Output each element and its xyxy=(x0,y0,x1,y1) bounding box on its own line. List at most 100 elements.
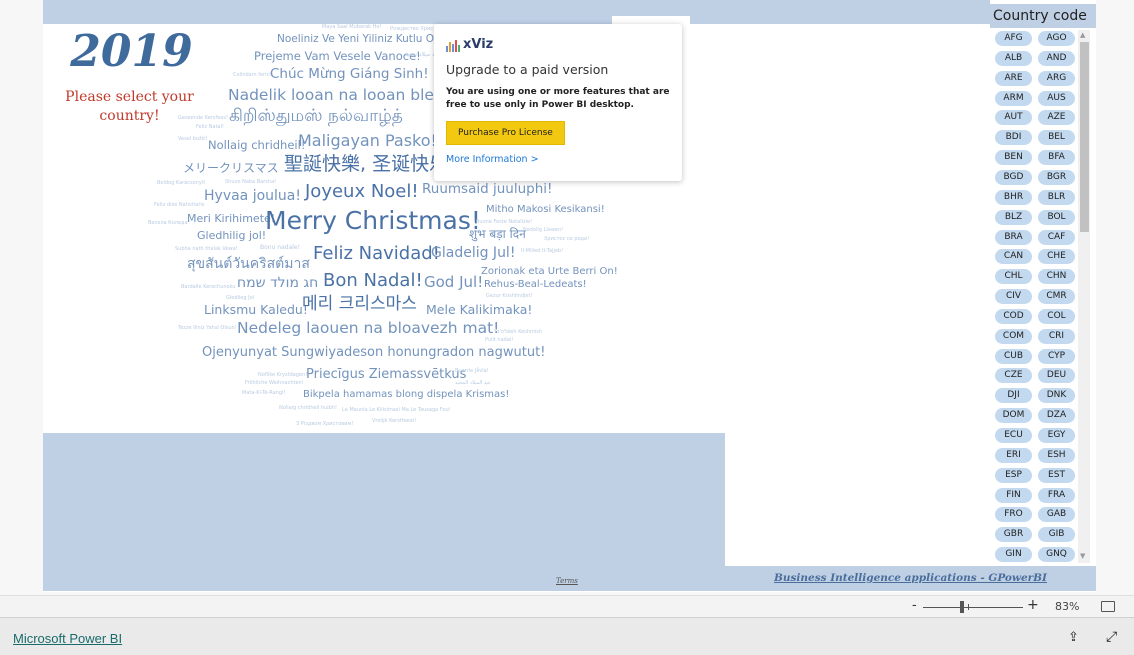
word-cloud-word[interactable]: God Jul! xyxy=(424,275,483,290)
word-cloud-word[interactable]: La Maunia Le Kilisimasi Ma Le Tausaga Fo… xyxy=(342,408,451,413)
slicer-chip-cze[interactable]: CZE xyxy=(995,368,1032,384)
slicer-chip-aze[interactable]: AZE xyxy=(1038,110,1075,126)
word-cloud-word[interactable]: Prejeme Vam Vesele Vanoce! xyxy=(254,50,421,63)
word-cloud-word[interactable]: Felix dies Nativitatis xyxy=(154,203,204,208)
gpowerbi-link[interactable]: Business Intelligence applications - GPo… xyxy=(725,572,1096,584)
slicer-chip-civ[interactable]: CIV xyxy=(995,289,1032,305)
slicer-chip-dza[interactable]: DZA xyxy=(1038,408,1075,424)
word-cloud-word[interactable]: Rehus-Beal-Ledeats! xyxy=(484,280,587,290)
slicer-chip-gbr[interactable]: GBR xyxy=(995,527,1032,543)
word-cloud-word[interactable]: 聖誕快樂, 圣诞快乐 xyxy=(284,155,448,174)
word-cloud-word[interactable]: Linksmu Kaledu! xyxy=(204,303,308,317)
slicer-chip-ecu[interactable]: ECU xyxy=(995,428,1032,443)
slicer-chip-deu[interactable]: DEU xyxy=(1038,368,1075,384)
word-cloud-word[interactable]: Maya Saal Mubarak Ho! xyxy=(322,25,381,30)
slicer-chip-bgd[interactable]: BGD xyxy=(995,169,1032,185)
word-cloud-word[interactable]: З Різдвом Христовим! xyxy=(296,422,353,427)
word-cloud-word[interactable]: Mata-Ki-Te-Rangi! xyxy=(242,391,285,396)
word-cloud-word[interactable]: Noeliniz Ve Yeni Yiliniz Kutlu Olsun! xyxy=(277,34,460,45)
slicer-chip-caf[interactable]: CAF xyxy=(1038,229,1075,245)
word-cloud-word[interactable]: Maligayan Pasko! xyxy=(298,133,437,149)
purchase-pro-license-button[interactable]: Purchase Pro License xyxy=(446,121,565,145)
slicer-chip-cyp[interactable]: CYP xyxy=(1038,348,1075,364)
slicer-scrollbar-thumb[interactable] xyxy=(1080,42,1089,232)
slicer-chip-esh[interactable]: ESH xyxy=(1038,447,1075,463)
slicer-chip-fin[interactable]: FIN xyxy=(995,487,1032,503)
slicer-chip-blr[interactable]: BLR xyxy=(1038,189,1075,205)
more-information-link[interactable]: More Information > xyxy=(446,154,670,165)
terms-link[interactable]: Terms xyxy=(556,577,578,585)
slicer-chip-and[interactable]: AND xyxy=(1038,50,1075,66)
word-cloud-word[interactable]: Colindam fericit xyxy=(233,73,273,78)
word-cloud-word[interactable]: חג מולד שמח xyxy=(237,276,318,290)
word-cloud-word[interactable]: Fröhliche Weihnachten! xyxy=(245,381,304,386)
word-cloud-word[interactable]: Ojenyunyat Sungwiyadeson honungradon nag… xyxy=(202,346,545,359)
word-cloud-word[interactable]: Noflike Krystdagen! xyxy=(258,373,307,378)
scroll-down-icon[interactable]: ▼ xyxy=(1080,552,1085,560)
power-bi-link[interactable]: Microsoft Power BI xyxy=(13,631,122,646)
slicer-chip-bdi[interactable]: BDI xyxy=(995,130,1032,146)
slicer-chip-cub[interactable]: CUB xyxy=(995,348,1032,364)
word-cloud-word[interactable]: Joyeux Noel! xyxy=(305,183,419,201)
slicer-chip-fro[interactable]: FRO xyxy=(995,507,1032,523)
slicer-chip-afg[interactable]: AFG xyxy=(995,31,1032,46)
slicer-chip-che[interactable]: CHE xyxy=(1038,249,1075,265)
word-cloud-word[interactable]: Vesel božič! xyxy=(178,137,208,142)
word-cloud-word[interactable]: Gladelig Jul! xyxy=(431,246,515,260)
slicer-chip-are[interactable]: ARE xyxy=(995,70,1032,86)
word-cloud-word[interactable]: Nedeleg laouen na bloavezh mat! xyxy=(237,320,499,337)
slicer-chip-ago[interactable]: AGO xyxy=(1038,31,1075,46)
word-cloud-word[interactable]: Bikpela hamamas blong dispela Krismas! xyxy=(303,390,509,400)
slicer-chip-gib[interactable]: GIB xyxy=(1038,527,1075,543)
word-cloud-word[interactable]: Nollaig chridheil huibh! xyxy=(279,406,337,411)
word-cloud-word[interactable]: Shuvo Naba Barsha! xyxy=(225,180,276,185)
slicer-chip-ben[interactable]: BEN xyxy=(995,150,1032,166)
word-cloud-word[interactable]: Il-Milied It-Tajjeb! xyxy=(521,249,563,254)
slicer-chip-bol[interactable]: BOL xyxy=(1038,209,1075,225)
slicer-chip-col[interactable]: COL xyxy=(1038,308,1075,324)
slicer-chip-bra[interactable]: BRA xyxy=(995,229,1032,245)
slicer-chip-est[interactable]: EST xyxy=(1038,467,1075,483)
word-cloud-word[interactable]: Priecīgus Ziemassvētkus xyxy=(306,368,466,381)
zoom-in-button[interactable]: + xyxy=(1027,597,1039,613)
slicer-chip-bhr[interactable]: BHR xyxy=(995,189,1032,205)
word-cloud-word[interactable]: 메리 크리스마스 xyxy=(302,296,417,313)
word-cloud-word[interactable]: Gezur Krishlindjet! xyxy=(486,294,532,299)
word-cloud-word[interactable]: Boldog Karácsonyt! xyxy=(157,181,206,186)
word-cloud-word[interactable]: Merry Christmas! xyxy=(265,208,481,233)
word-cloud-word[interactable]: Mele Kalikimaka! xyxy=(426,303,532,317)
word-cloud-word[interactable]: Ruumsaid juuluphi! xyxy=(422,182,552,197)
slicer-chip-arg[interactable]: ARG xyxy=(1038,70,1075,86)
scroll-up-icon[interactable]: ▲ xyxy=(1080,31,1085,39)
slicer-chip-eri[interactable]: ERI xyxy=(995,447,1032,463)
slicer-chip-gin[interactable]: GIN xyxy=(995,547,1032,563)
slicer-chip-dom[interactable]: DOM xyxy=(995,408,1032,424)
slicer-chip-blz[interactable]: BLZ xyxy=(995,209,1032,225)
slicer-chip-can[interactable]: CAN xyxy=(995,249,1032,265)
zoom-slider-thumb[interactable] xyxy=(960,601,964,613)
word-cloud-word[interactable]: शुभ बड़ा दिन xyxy=(469,228,526,240)
word-cloud-word[interactable]: Vrolijk Kerstfeest! xyxy=(372,419,416,424)
slicer-chip-cod[interactable]: COD xyxy=(995,308,1032,324)
slicer-chip-bfa[interactable]: BFA xyxy=(1038,150,1075,166)
zoom-out-button[interactable]: - xyxy=(912,598,917,613)
word-cloud-word[interactable]: Bardalle Kerechunoku xyxy=(181,285,236,290)
fit-to-page-icon[interactable] xyxy=(1101,601,1115,612)
word-cloud-word[interactable]: Yo'o'tééh Keshmish xyxy=(494,330,542,335)
word-cloud-word[interactable]: Meri Kirihimete! xyxy=(187,213,275,224)
word-cloud-word[interactable]: Subha nath thalak Vewa! xyxy=(175,247,238,252)
word-cloud-word[interactable]: Христос се роди! xyxy=(544,237,589,242)
share-icon[interactable]: ⇪ xyxy=(1068,630,1079,645)
slicer-chip-esp[interactable]: ESP xyxy=(995,467,1032,483)
slicer-chip-chn[interactable]: CHN xyxy=(1038,269,1075,285)
word-cloud-word[interactable]: Buone Feste Natalizie! xyxy=(476,220,532,225)
slicer-chip-bel[interactable]: BEL xyxy=(1038,130,1075,146)
word-cloud-word[interactable]: Nollaig chridheil! xyxy=(208,139,305,152)
slicer-chip-alb[interactable]: ALB xyxy=(995,50,1032,66)
expand-icon[interactable]: ⤢ xyxy=(1106,629,1117,645)
word-cloud-word[interactable]: Feliz Navidad! xyxy=(313,245,440,263)
word-cloud-word[interactable]: สุขสันต์วันคริสต์มาส xyxy=(187,257,310,271)
slicer-chip-fra[interactable]: FRA xyxy=(1038,487,1075,503)
word-cloud-word[interactable]: عيد الميلاد المجيد xyxy=(455,381,491,386)
word-cloud-word[interactable]: Весела Коледа xyxy=(148,221,188,226)
